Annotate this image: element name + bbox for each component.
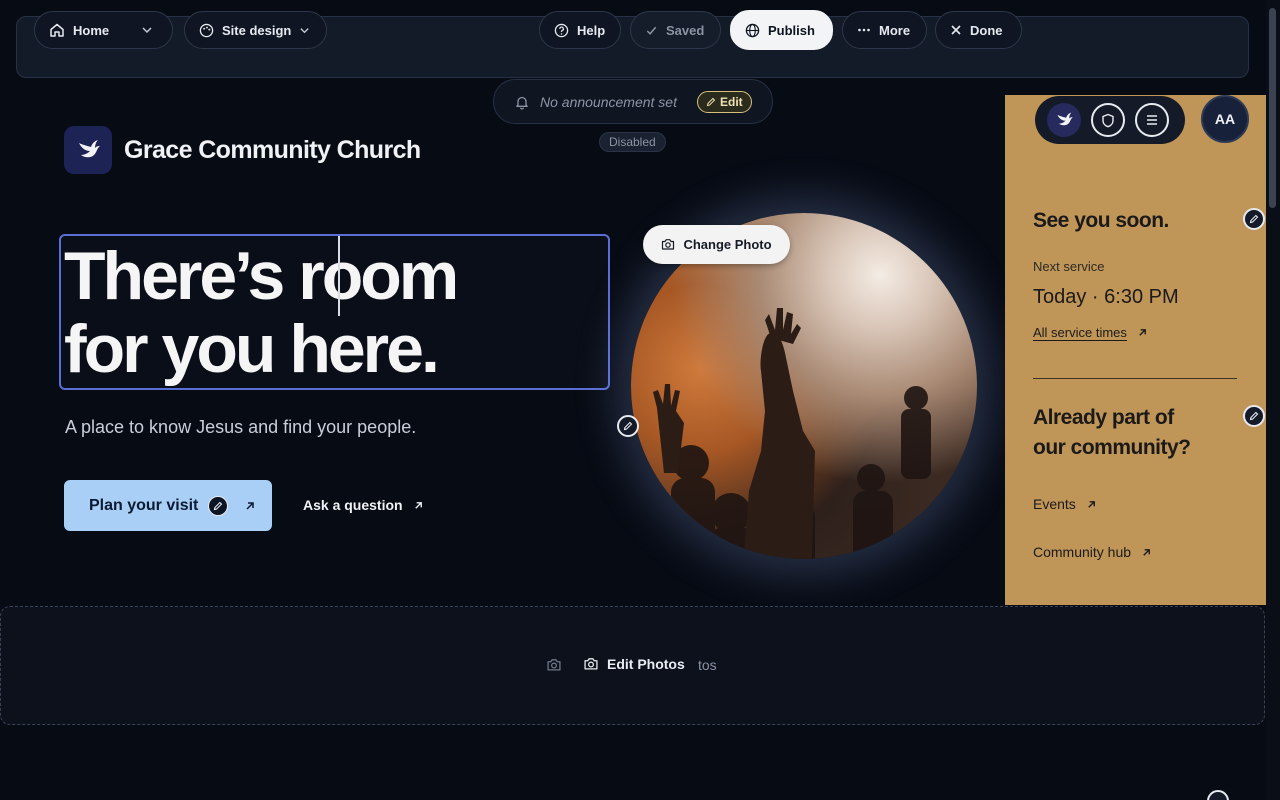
camera-icon (662, 239, 675, 250)
hero-headline[interactable]: There’s room for you here. (64, 238, 459, 387)
globe-icon (745, 23, 760, 37)
help-button[interactable]: Help (539, 11, 621, 49)
change-photo-button[interactable]: Change Photo (643, 225, 790, 264)
photo-edit-button[interactable] (617, 415, 639, 437)
heading-line-1: Already part of (1033, 406, 1174, 429)
headline-line-1: There’s room (64, 238, 459, 314)
panel-edit-button[interactable] (1243, 208, 1265, 230)
check-icon (646, 26, 657, 35)
panel-heading-see-you[interactable]: See you soon. (1033, 206, 1169, 236)
announcement-edit-button[interactable]: Edit (696, 90, 752, 113)
scrollbar-thumb[interactable] (1269, 8, 1276, 208)
chevron-down-icon (300, 27, 310, 33)
ghost-label: tos (698, 657, 717, 673)
headline-line-2: for you here. (64, 311, 440, 387)
panel-edit-button[interactable] (1243, 405, 1265, 427)
panel-heading-community[interactable]: Already part of our community? (1033, 403, 1191, 463)
bell-icon (516, 96, 528, 109)
plan-visit-button[interactable]: Plan your visit (64, 480, 272, 531)
community-hub-link[interactable]: Community hub (1033, 544, 1152, 560)
church-logo[interactable] (64, 126, 112, 174)
more-button[interactable]: More (842, 11, 927, 49)
arrow-up-right-icon (1088, 500, 1095, 508)
done-label: Done (970, 22, 1003, 38)
side-panel (1005, 95, 1266, 605)
camera-icon (547, 659, 561, 671)
edit-photos-label: Edit Photos (607, 656, 685, 672)
site-design-label: Site design (222, 22, 292, 38)
publish-label: Publish (768, 22, 815, 38)
hero-photo[interactable] (631, 213, 977, 559)
pencil-icon (1249, 214, 1259, 224)
chevron-down-icon (142, 27, 152, 34)
arrow-up-right-icon (414, 501, 422, 509)
section-edit-button[interactable] (1207, 790, 1229, 800)
panel-divider (1033, 378, 1237, 379)
hero-subtitle[interactable]: A place to know Jesus and find your peop… (65, 417, 416, 438)
ask-question-label: Ask a question (303, 497, 403, 513)
avatar[interactable]: AA (1201, 95, 1249, 143)
site-design-button[interactable]: Site design (184, 11, 327, 49)
home-page-select[interactable]: Home (34, 11, 173, 49)
pencil-icon (1249, 411, 1259, 421)
events-label: Events (1033, 496, 1076, 512)
community-hub-label: Community hub (1033, 544, 1132, 560)
all-service-times-label: All service times (1033, 325, 1127, 340)
change-photo-label: Change Photo (683, 237, 772, 252)
announcement-text: No announcement set (540, 93, 677, 110)
pencil-icon[interactable] (208, 495, 229, 516)
saved-status: Saved (630, 11, 721, 49)
camera-icon (584, 658, 598, 670)
edit-photos-button[interactable]: Edit Photos (583, 656, 685, 672)
pencil-icon (706, 97, 716, 106)
home-label: Home (73, 22, 110, 38)
help-circle-icon (554, 23, 569, 37)
next-service-label: Next service (1033, 259, 1105, 274)
menu-icon[interactable] (1135, 103, 1169, 137)
publish-button[interactable]: Publish (730, 10, 833, 50)
saved-label: Saved (666, 22, 705, 38)
next-section-heading: ▬▬▬▬ ▬▬▬ (64, 788, 348, 800)
more-label: More (879, 22, 911, 38)
announcement-bar: No announcement set Edit (493, 79, 773, 124)
dove-logo-icon (79, 140, 100, 158)
plan-visit-label: Plan your visit (89, 496, 199, 514)
arrow-up-right-icon (1139, 329, 1146, 336)
ellipsis-icon (858, 28, 870, 32)
pencil-icon (623, 421, 633, 431)
ask-question-link[interactable]: Ask a question (303, 497, 424, 513)
events-link[interactable]: Events (1033, 496, 1097, 512)
palette-icon (199, 23, 214, 37)
site-title[interactable]: Grace Community Church (124, 136, 421, 165)
panel-nav (1035, 96, 1185, 144)
close-icon (951, 25, 961, 35)
arrow-up-right-icon (246, 501, 255, 510)
done-button[interactable]: Done (935, 11, 1022, 49)
help-label: Help (577, 22, 606, 38)
next-service-time: Today · 6:30 PM (1033, 286, 1179, 308)
shield-icon[interactable] (1091, 103, 1125, 137)
status-badge: Disabled (599, 132, 666, 152)
home-icon (50, 23, 64, 37)
announcement-edit-label: Edit (719, 94, 743, 109)
all-service-times-link[interactable]: All service times (1033, 325, 1148, 340)
text-cursor (338, 236, 340, 316)
heading-line-2: our community? (1033, 436, 1191, 459)
dove-logo-icon[interactable] (1047, 103, 1081, 137)
arrow-up-right-icon (1143, 548, 1150, 556)
